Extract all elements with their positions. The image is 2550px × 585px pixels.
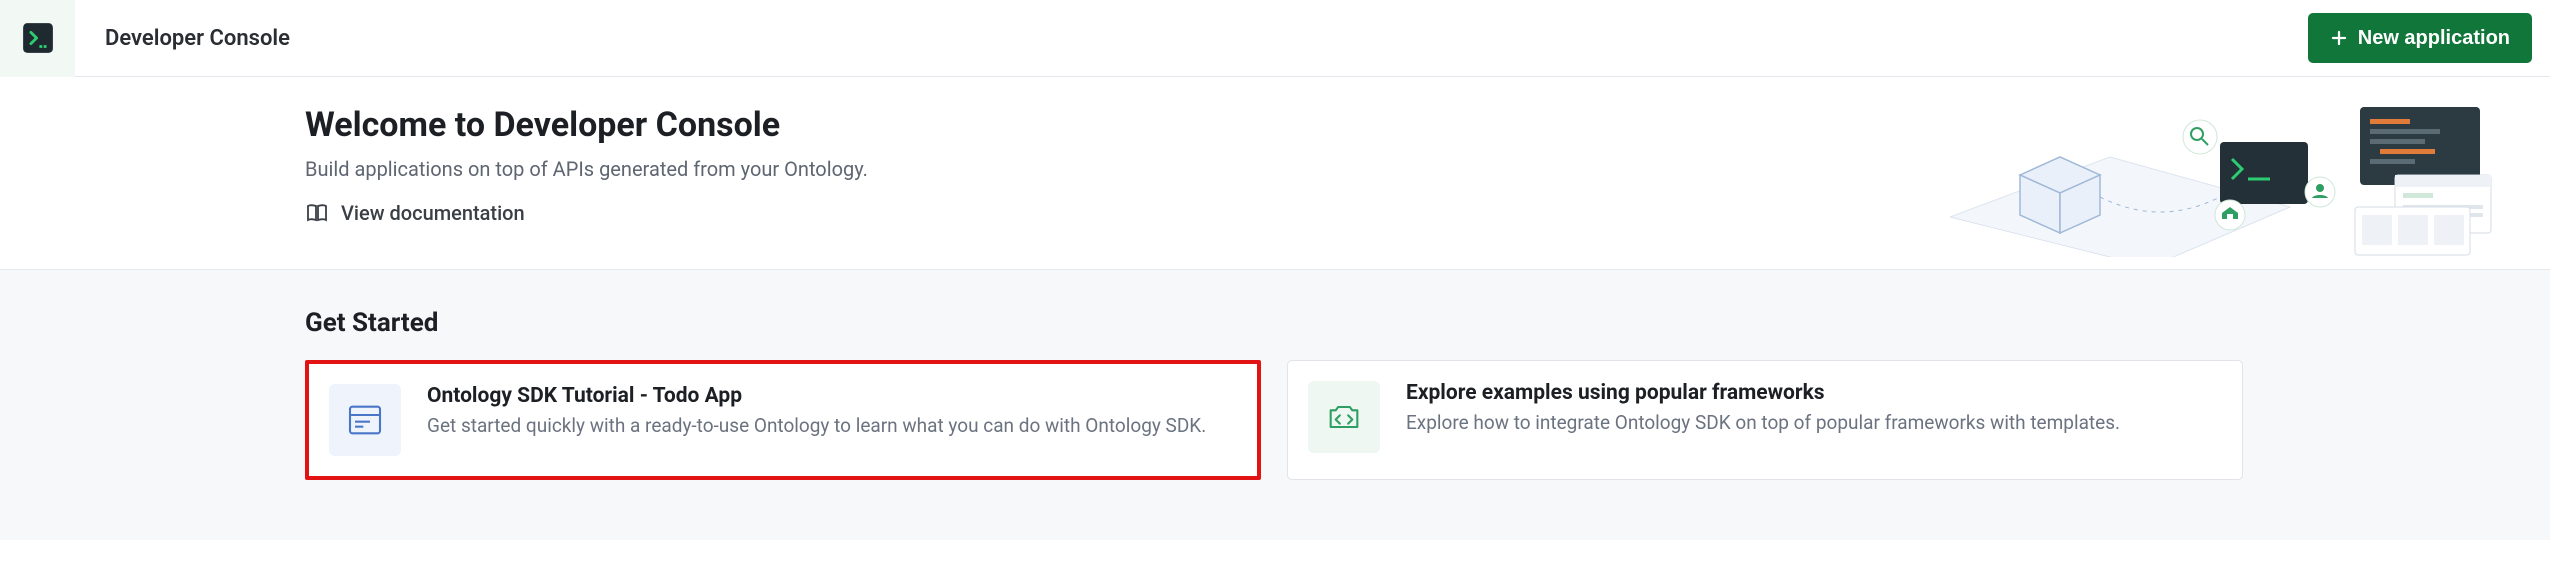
card-description: Get started quickly with a ready-to-use … [427,414,1206,439]
welcome-subheading: Build applications on top of APIs genera… [305,157,868,181]
plus-icon [2330,29,2348,47]
app-title: Developer Console [105,26,290,51]
app-logo[interactable] [0,0,75,77]
card-description: Explore how to integrate Ontology SDK on… [1406,411,2120,436]
camera-code-icon [1308,381,1380,453]
get-started-cards: Ontology SDK Tutorial - Todo App Get sta… [305,360,2550,480]
view-documentation-label: View documentation [341,201,525,225]
get-started-heading: Get Started [305,308,2550,338]
card-explore-frameworks[interactable]: Explore examples using popular framework… [1287,360,2243,480]
book-icon [305,201,329,225]
card-tutorial-todo-app[interactable]: Ontology SDK Tutorial - Todo App Get sta… [305,360,1261,480]
new-application-button[interactable]: New application [2308,13,2532,63]
card-title: Ontology SDK Tutorial - Todo App [427,384,1206,408]
hero-illustration [1950,97,2510,257]
welcome-heading: Welcome to Developer Console [305,105,868,145]
topbar: Developer Console New application [0,0,2550,77]
card-title: Explore examples using popular framework… [1406,381,2120,405]
new-application-label: New application [2358,27,2510,50]
view-documentation-link[interactable]: View documentation [305,201,525,225]
get-started-section: Get Started Ontology SDK Tutorial - Todo… [0,270,2550,540]
terminal-logo-icon [21,21,55,55]
application-window-icon [329,384,401,456]
welcome-section: Welcome to Developer Console Build appli… [0,77,2550,270]
